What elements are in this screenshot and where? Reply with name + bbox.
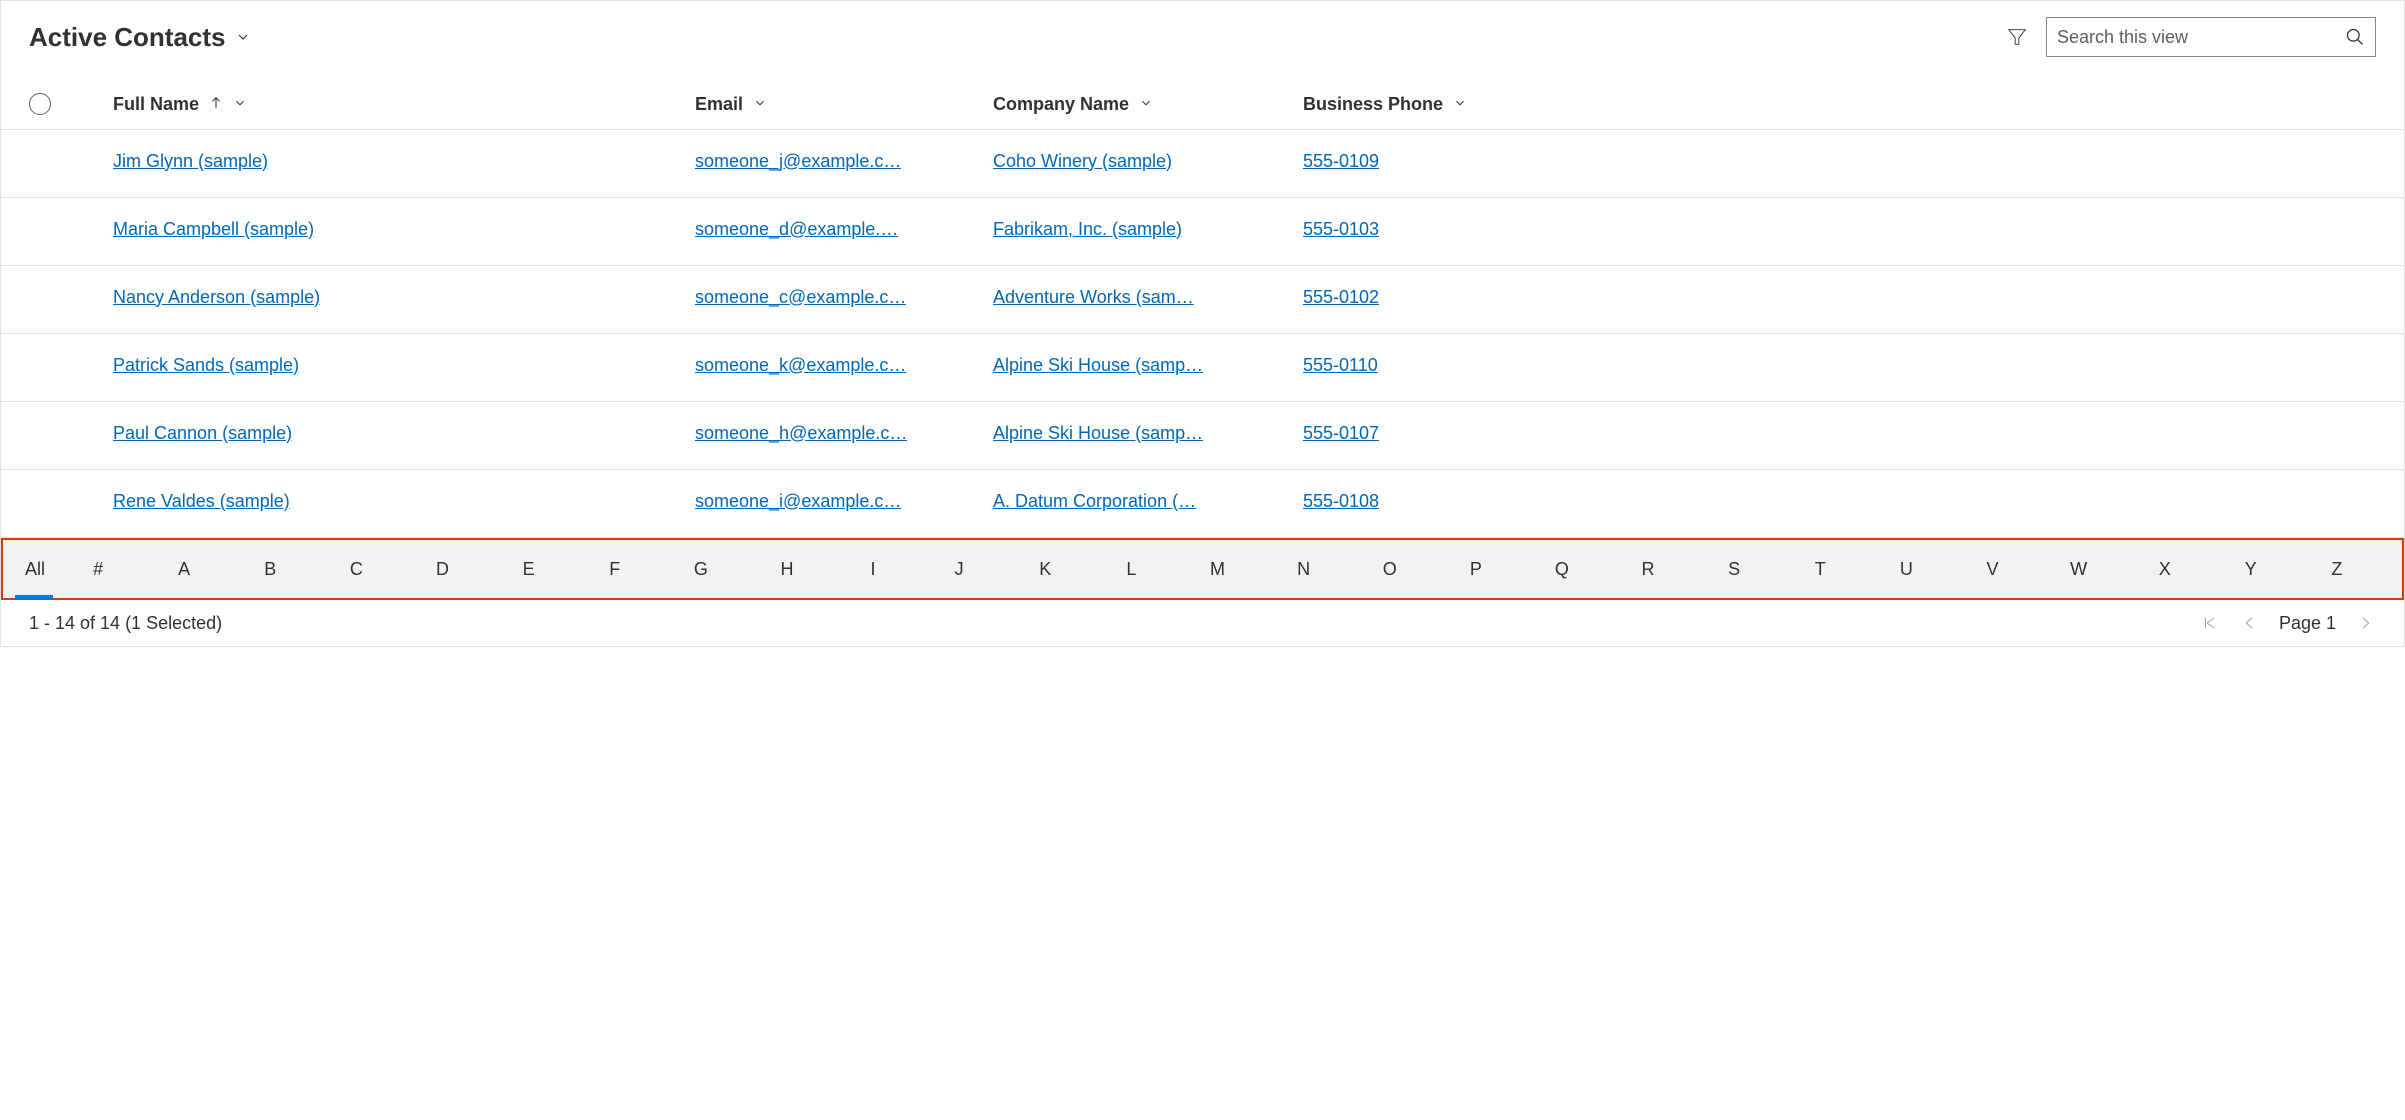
alpha-filter-d[interactable]: D [399,540,485,598]
column-header-phone[interactable]: Business Phone [1303,94,2380,115]
sort-ascending-icon [209,94,223,115]
prev-page-button[interactable] [2239,612,2261,634]
company-link[interactable]: A. Datum Corporation (… [993,491,1196,512]
alpha-filter-m[interactable]: M [1174,540,1260,598]
alpha-filter-t[interactable]: T [1777,540,1863,598]
column-label: Business Phone [1303,94,1443,115]
grid-header: Full Name Email Company Name Business Ph… [1,69,2404,130]
fullname-link[interactable]: Paul Cannon (sample) [113,423,292,444]
alpha-filter-e[interactable]: E [486,540,572,598]
fullname-link[interactable]: Jim Glynn (sample) [113,151,268,172]
email-link[interactable]: someone_c@example.c… [695,287,906,308]
phone-link[interactable]: 555-0102 [1303,287,1379,308]
column-label: Full Name [113,94,199,115]
alpha-filter-j[interactable]: J [916,540,1002,598]
alpha-filter-q[interactable]: Q [1519,540,1605,598]
alpha-filter-p[interactable]: P [1433,540,1519,598]
alpha-filter-a[interactable]: A [141,540,227,598]
chevron-down-icon [753,94,767,115]
chevron-down-icon [234,28,252,46]
alpha-filter-bar: All#ABCDEFGHIJKLMNOPQRSTUVWXYZ [3,540,2402,598]
alpha-filter-z[interactable]: Z [2294,540,2380,598]
fullname-link[interactable]: Patrick Sands (sample) [113,355,299,376]
phone-link[interactable]: 555-0103 [1303,219,1379,240]
alpha-filter-r[interactable]: R [1605,540,1691,598]
column-header-email[interactable]: Email [695,94,993,115]
email-link[interactable]: someone_i@example.c… [695,491,901,512]
email-link[interactable]: someone_d@example.… [695,219,898,240]
column-label: Email [695,94,743,115]
alpha-filter-o[interactable]: O [1347,540,1433,598]
table-row[interactable]: Jim Glynn (sample) someone_j@example.c… … [1,130,2404,198]
select-all-toggle[interactable] [29,93,51,115]
fullname-link[interactable]: Maria Campbell (sample) [113,219,314,240]
alpha-filter-x[interactable]: X [2122,540,2208,598]
email-link[interactable]: someone_h@example.c… [695,423,907,444]
alpha-filter-w[interactable]: W [2036,540,2122,598]
filter-icon[interactable] [2006,26,2028,48]
view-switcher[interactable]: Active Contacts [29,22,252,53]
page-label: Page 1 [2279,613,2336,634]
table-row[interactable]: Rene Valdes (sample) someone_i@example.c… [1,470,2404,538]
table-row[interactable]: Maria Campbell (sample) someone_d@exampl… [1,198,2404,266]
alpha-filter-f[interactable]: F [572,540,658,598]
alpha-filter-c[interactable]: C [313,540,399,598]
company-link[interactable]: Adventure Works (sam… [993,287,1194,308]
search-icon[interactable] [2345,27,2365,47]
alpha-filter-#[interactable]: # [55,540,141,598]
phone-link[interactable]: 555-0108 [1303,491,1379,512]
email-link[interactable]: someone_k@example.c… [695,355,906,376]
company-link[interactable]: Alpine Ski House (samp… [993,423,1203,444]
alpha-filter-h[interactable]: H [744,540,830,598]
fullname-link[interactable]: Nancy Anderson (sample) [113,287,320,308]
table-row[interactable]: Paul Cannon (sample) someone_h@example.c… [1,402,2404,470]
next-page-button[interactable] [2354,612,2376,634]
chevron-down-icon [1453,94,1467,115]
phone-link[interactable]: 555-0107 [1303,423,1379,444]
alpha-filter-y[interactable]: Y [2208,540,2294,598]
alpha-filter-v[interactable]: V [1949,540,2035,598]
table-row[interactable]: Nancy Anderson (sample) someone_c@exampl… [1,266,2404,334]
column-label: Company Name [993,94,1129,115]
pager: Page 1 [2199,612,2376,634]
alpha-filter-n[interactable]: N [1261,540,1347,598]
company-link[interactable]: Alpine Ski House (samp… [993,355,1203,376]
fullname-link[interactable]: Rene Valdes (sample) [113,491,290,512]
search-input[interactable] [2057,27,2345,48]
grid-body: Jim Glynn (sample) someone_j@example.c… … [1,130,2404,538]
search-box[interactable] [2046,17,2376,57]
column-header-fullname[interactable]: Full Name [85,94,695,115]
alpha-filter-highlight: All#ABCDEFGHIJKLMNOPQRSTUVWXYZ [1,538,2404,600]
alpha-filter-i[interactable]: I [830,540,916,598]
email-link[interactable]: someone_j@example.c… [695,151,901,172]
alpha-filter-l[interactable]: L [1088,540,1174,598]
chevron-down-icon [1139,94,1153,115]
alpha-filter-g[interactable]: G [658,540,744,598]
alpha-filter-k[interactable]: K [1002,540,1088,598]
phone-link[interactable]: 555-0110 [1303,355,1378,376]
company-link[interactable]: Fabrikam, Inc. (sample) [993,219,1182,240]
view-title: Active Contacts [29,22,226,53]
phone-link[interactable]: 555-0109 [1303,151,1379,172]
table-row[interactable]: Patrick Sands (sample) someone_k@example… [1,334,2404,402]
alpha-filter-s[interactable]: S [1691,540,1777,598]
alpha-filter-all[interactable]: All [25,540,55,598]
record-count-status: 1 - 14 of 14 (1 Selected) [29,613,222,634]
company-link[interactable]: Coho Winery (sample) [993,151,1172,172]
column-header-company[interactable]: Company Name [993,94,1303,115]
alpha-filter-u[interactable]: U [1863,540,1949,598]
alpha-filter-b[interactable]: B [227,540,313,598]
chevron-down-icon [233,94,247,115]
first-page-button[interactable] [2199,612,2221,634]
